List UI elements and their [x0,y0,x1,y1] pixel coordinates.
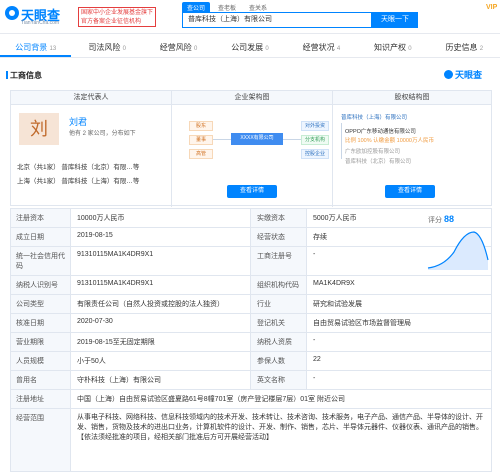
top-header: 天眼查 TianYanCha.com 国家中小企业发展基金旗下 官方备案企业征信… [0,0,500,34]
table-row: 曾用名 守朴科技（上海）有限公司 英文名称 - [10,371,492,390]
table-row: 公司类型 有限责任公司（自然人投资或控股的法人独资） 行业 研究和试验发展 [10,295,492,314]
divider [332,91,333,207]
tab-company-background[interactable]: 公司背景 13 [0,38,72,57]
divider [171,91,172,207]
table-row: 成立日期 2019-08-15 经营状态 存续 [10,228,492,247]
eye-icon [444,70,453,79]
business-scope: 从事电子科技、网络科技、信息科技领域内的技术开发、技术转让、技术咨询、技术服务，… [77,414,483,441]
watermark-logo: 天眼查 [444,68,482,81]
score-label: 评分 [428,215,442,224]
logo-eye-icon [5,6,19,20]
connector [213,139,231,140]
overview-panel: 法定代表人 企业架构图 股权结构图 刘 刘君 他有 2 家公司，分布如下 北京（… [10,90,492,207]
structure-detail-button[interactable]: 查看详情 [227,185,277,198]
table-row: 统一社会信用代码 91310115MA1K4DR9X1 工商注册号 - [10,247,492,276]
table-row: 核准日期 2020-07-30 登记机关 自由贸易试验区市场监督管理局 [10,314,492,333]
equity-detail-button[interactable]: 查看详情 [385,185,435,198]
org-node-director: 董事 [189,135,213,145]
org-node-shareholder: 股东 [189,121,213,131]
tab-operation-risk[interactable]: 经营风险 0 [143,38,214,57]
logo-domain: TianYanCha.com [21,20,60,26]
business-info-table: 注册资本 10000万人民币 实缴资本 5000万人民币 成立日期 2019-08-15… [10,208,492,472]
org-node-executive: 高管 [189,149,213,159]
equity-item[interactable]: 普库科技（北京）有限公司 [345,157,411,165]
legal-rep-name[interactable]: 刘君 [69,115,87,128]
table-row: 营业期限 2019-08-15至无固定期限 纳税人资质 - [10,333,492,352]
table-row: 注册地址 中国（上海）自由贸易试验区盛夏路61号8幢701室（房产登记楼层7层）0… [10,390,492,409]
connector [341,123,342,159]
equity-top-company[interactable]: 普库科技（上海）有限公司 [341,113,407,121]
gov-badge-line2: 官方备案企业征信机构 [81,19,142,25]
table-row: 注册资本 10000万人民币 实缴资本 5000万人民币 [10,209,492,228]
score-chart: 评分 88 [427,214,489,270]
legal-rep-header: 法定代表人 [11,91,171,105]
equity-item[interactable]: 广东欧加控股有限公司 [345,147,400,155]
gov-badge-line1: 国家中小企业发展基金旗下 [81,10,154,16]
structure-header: 企业架构图 [172,91,332,105]
connector [283,139,301,140]
tab-business-status[interactable]: 经营状况 4 [286,38,357,57]
org-node-branch: 分支机构 [301,135,329,145]
search-input[interactable]: 普库科技（上海）有限公司 [182,12,372,28]
equity-item: 比例 100% 认缴金额 10000万人民币 [345,138,434,144]
equity-header: 股权结构图 [333,91,491,105]
equity-item[interactable]: OPPO广东移动通信有限公司 [345,127,416,135]
avatar: 刘 [19,113,59,145]
org-node-company: XXXX有限公司 [231,133,283,145]
gov-badge: 国家中小企业发展基金旗下 官方备案企业征信机构 [78,7,156,27]
table-row: 经营范围 从事电子科技、网络科技、信息科技领域内的技术开发、技术转让、技术咨询、技… [10,409,492,472]
tab-intellectual-property[interactable]: 知识产权 0 [357,38,428,57]
legal-rep-company-shanghai[interactable]: 上海（共1家） 普库科技（上海）有限…等 [17,175,139,185]
section-title: 工商信息 [6,71,42,80]
org-node-holding: 控股企业 [301,149,329,159]
registered-address[interactable]: 中国（上海）自由贸易试验区盛夏路61号8幢701室（房产登记楼层7层）01室 附… [71,390,491,408]
legal-rep-company-beijing[interactable]: 北京（共1家） 普库科技（北京）有限…等 [17,161,139,171]
tab-company-development[interactable]: 公司发展 0 [214,38,285,57]
table-row: 纳税人识别号 91310115MA1K4DR9X1 组织机构代码 MA1K4DR9X [10,276,492,295]
table-row: 人员规模 小于50人 参保人数 22 [10,352,492,371]
tab-history[interactable]: 历史信息 2 [429,38,500,57]
score-value: 88 [444,214,454,224]
search-button[interactable]: 天眼一下 [372,12,418,28]
logo[interactable]: 天眼查 TianYanCha.com [5,5,75,27]
legal-rep-desc: 他有 2 家公司，分布如下 [69,131,136,137]
company-tabs: 公司背景 13 司法风险 0 经营风险 0 公司发展 0 经营状况 4 知识产权… [0,38,500,58]
org-node-investment: 对外投资 [301,121,329,131]
tab-legal-risk[interactable]: 司法风险 0 [71,38,142,57]
score-curve-area [428,232,488,270]
vip-badge[interactable]: VIP [486,4,497,11]
